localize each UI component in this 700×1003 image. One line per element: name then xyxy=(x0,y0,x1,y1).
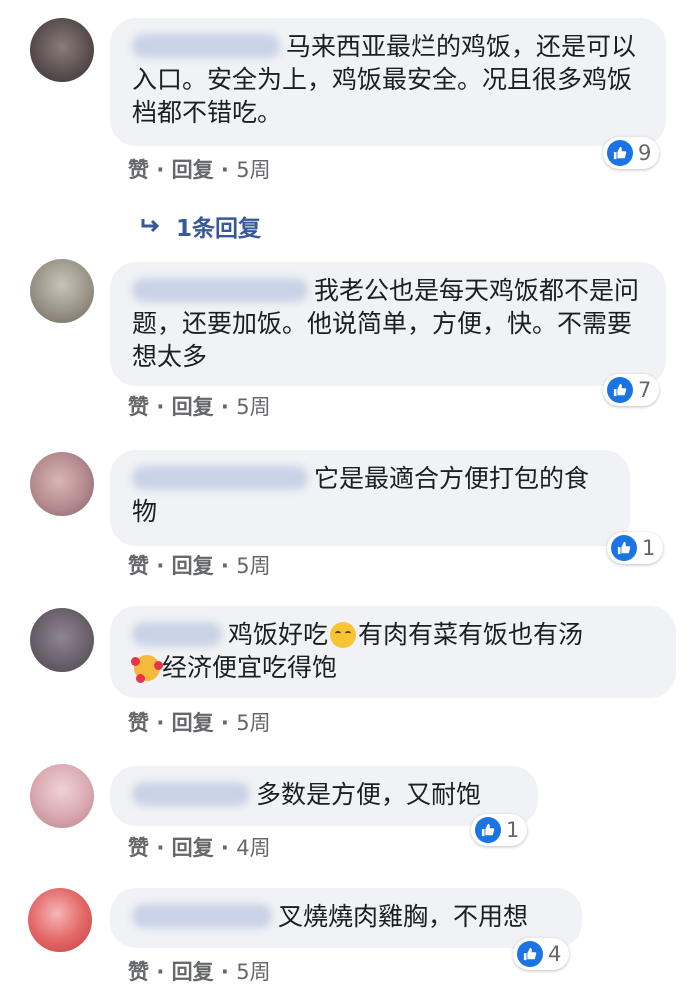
thumbs-up-icon xyxy=(517,941,543,967)
separator: · xyxy=(156,395,165,419)
avatar[interactable] xyxy=(30,608,94,672)
author-name-blurred[interactable] xyxy=(132,904,272,928)
reaction-summary[interactable]: 7 xyxy=(603,374,660,406)
thumbs-up-icon xyxy=(607,377,633,403)
reaction-summary[interactable]: 9 xyxy=(603,137,660,169)
comment-bubble: 我老公也是每天鸡饭都不是问题，还要加饭。他说简单，方便，快。不需要想太多 xyxy=(110,262,666,386)
comment-actions: 赞 · 回复 · 5周 xyxy=(128,958,271,986)
timestamp[interactable]: 5周 xyxy=(236,960,270,984)
author-name-blurred[interactable] xyxy=(132,622,222,646)
separator: · xyxy=(156,158,165,182)
reply-button[interactable]: 回复 xyxy=(172,711,214,735)
timestamp[interactable]: 5周 xyxy=(236,711,270,735)
timestamp[interactable]: 4周 xyxy=(236,836,270,860)
thumbs-up-icon xyxy=(475,817,501,843)
view-replies-link[interactable]: 1条回复 xyxy=(140,210,261,242)
like-button[interactable]: 赞 xyxy=(128,711,149,735)
smiling-face-with-hearts-icon xyxy=(131,655,163,683)
reaction-summary[interactable]: 1 xyxy=(607,532,664,564)
comment-bubble: 马来西亚最烂的鸡饭，还是可以入口。安全为上，鸡饭最安全。况且很多鸡饭档都不错吃。 xyxy=(110,18,666,146)
author-name-blurred[interactable] xyxy=(132,278,308,302)
reaction-summary[interactable]: 1 xyxy=(471,814,528,846)
comment-bubble: 多数是方便，又耐饱 xyxy=(110,766,538,826)
thumbs-up-icon xyxy=(611,535,637,561)
separator: · xyxy=(156,554,165,578)
timestamp[interactable]: 5周 xyxy=(236,395,270,419)
reply-button[interactable]: 回复 xyxy=(172,554,214,578)
comment-text-part-2: 有肉有菜有饭也有汤 xyxy=(358,620,584,649)
separator: · xyxy=(220,711,229,735)
separator: · xyxy=(156,836,165,860)
reply-button[interactable]: 回复 xyxy=(172,960,214,984)
author-name-blurred[interactable] xyxy=(132,34,280,58)
reaction-count: 1 xyxy=(642,536,656,560)
avatar[interactable] xyxy=(30,764,94,828)
avatar[interactable] xyxy=(28,888,92,952)
separator: · xyxy=(220,158,229,182)
reaction-count: 4 xyxy=(548,942,562,966)
reaction-summary[interactable]: 4 xyxy=(513,938,570,970)
comment-bubble: 鸡饭好吃 有肉有菜有饭也有汤 经济便宜吃得饱 xyxy=(110,606,676,698)
author-name-blurred[interactable] xyxy=(132,466,308,490)
separator: · xyxy=(220,836,229,860)
comment-bubble: 它是最適合方便打包的食物 xyxy=(110,450,630,546)
comment-text: 多数是方便，又耐饱 xyxy=(256,780,482,809)
reaction-count: 9 xyxy=(638,141,652,165)
author-name-blurred[interactable] xyxy=(132,782,250,806)
comment-actions: 赞 · 回复 · 5周 xyxy=(128,156,271,184)
reaction-count: 7 xyxy=(638,378,652,402)
timestamp[interactable]: 5周 xyxy=(236,158,270,182)
separator: · xyxy=(220,960,229,984)
avatar[interactable] xyxy=(30,18,94,82)
avatar[interactable] xyxy=(30,452,94,516)
like-button[interactable]: 赞 xyxy=(128,554,149,578)
reply-button[interactable]: 回复 xyxy=(172,158,214,182)
like-button[interactable]: 赞 xyxy=(128,836,149,860)
comment-text-part-1: 鸡饭好吃 xyxy=(228,620,329,649)
reply-button[interactable]: 回复 xyxy=(172,836,214,860)
comment-text-part-3: 经济便宜吃得饱 xyxy=(162,653,338,682)
separator: · xyxy=(156,960,165,984)
comment-actions: 赞 · 回复 · 5周 xyxy=(128,709,271,737)
reaction-count: 1 xyxy=(506,818,520,842)
comment-text: 叉燒燒肉雞胸，不用想 xyxy=(278,902,529,931)
timestamp[interactable]: 5周 xyxy=(236,554,270,578)
view-replies-label: 1条回复 xyxy=(176,216,262,242)
comment-actions: 赞 · 回复 · 5周 xyxy=(128,552,271,580)
comment-actions: 赞 · 回复 · 5周 xyxy=(128,393,271,421)
separator: · xyxy=(220,395,229,419)
separator: · xyxy=(156,711,165,735)
like-button[interactable]: 赞 xyxy=(128,960,149,984)
reply-button[interactable]: 回复 xyxy=(172,395,214,419)
avatar[interactable] xyxy=(30,259,94,323)
comment-bubble: 叉燒燒肉雞胸，不用想 xyxy=(110,888,582,948)
like-button[interactable]: 赞 xyxy=(128,395,149,419)
reply-arrow-icon xyxy=(141,219,160,233)
separator: · xyxy=(220,554,229,578)
like-button[interactable]: 赞 xyxy=(128,158,149,182)
comment-actions: 赞 · 回复 · 4周 xyxy=(128,834,271,862)
smiling-face-icon xyxy=(330,622,357,648)
thumbs-up-icon xyxy=(607,140,633,166)
